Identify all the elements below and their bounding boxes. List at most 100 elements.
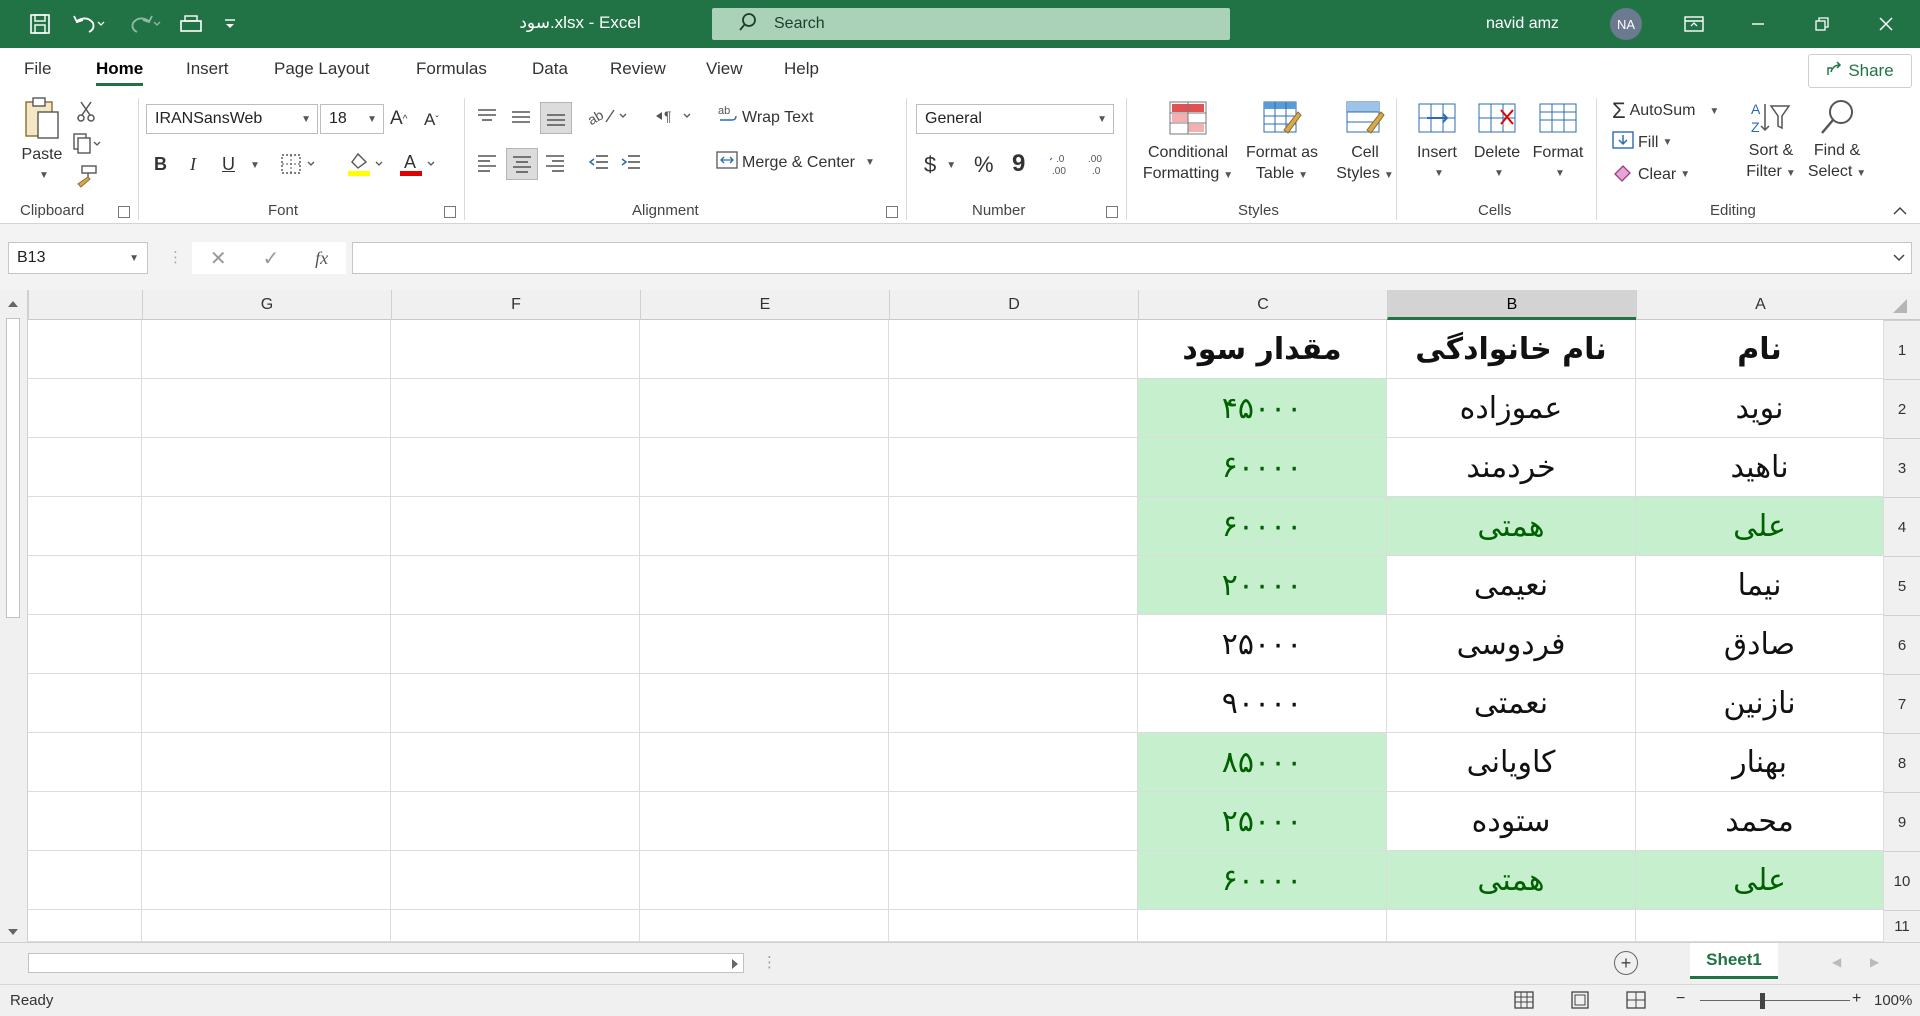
table-cell[interactable] bbox=[28, 320, 142, 379]
table-cell[interactable] bbox=[640, 910, 889, 942]
expand-formula-bar-icon[interactable] bbox=[1892, 250, 1906, 267]
undo-icon[interactable] bbox=[68, 10, 108, 38]
conditional-formatting-button[interactable]: Conditional Formatting ▼ bbox=[1136, 100, 1240, 186]
name-box[interactable]: B13 ▼ bbox=[8, 242, 148, 274]
zoom-slider-thumb[interactable] bbox=[1760, 993, 1765, 1009]
cancel-icon[interactable]: ✕ bbox=[210, 246, 227, 271]
table-cell[interactable] bbox=[28, 556, 142, 615]
row-header-3[interactable]: 3 bbox=[1884, 438, 1920, 497]
table-cell[interactable] bbox=[142, 438, 391, 497]
table-cell[interactable] bbox=[142, 733, 391, 792]
formula-input[interactable] bbox=[352, 242, 1912, 274]
italic-button[interactable]: I bbox=[190, 154, 196, 175]
table-cell[interactable]: نازنین bbox=[1636, 674, 1884, 733]
orientation-icon[interactable]: ab bbox=[586, 104, 630, 128]
table-cell[interactable] bbox=[28, 615, 142, 674]
table-cell[interactable] bbox=[640, 556, 889, 615]
row-header-7[interactable]: 7 bbox=[1884, 674, 1920, 733]
table-cell[interactable] bbox=[1387, 910, 1636, 942]
row-header-9[interactable]: 9 bbox=[1884, 792, 1920, 851]
table-cell[interactable]: ۶۰۰۰۰ bbox=[1138, 851, 1387, 910]
table-cell[interactable] bbox=[889, 792, 1138, 851]
table-cell[interactable]: ۴۵۰۰۰ bbox=[1138, 379, 1387, 438]
table-cell[interactable]: علی bbox=[1636, 497, 1884, 556]
table-cell[interactable]: ۲۵۰۰۰ bbox=[1138, 615, 1387, 674]
table-cell[interactable] bbox=[889, 320, 1138, 379]
table-cell[interactable] bbox=[391, 910, 640, 942]
table-cell[interactable] bbox=[640, 792, 889, 851]
table-cell[interactable] bbox=[391, 615, 640, 674]
find-select-button[interactable]: Find & Select ▼ bbox=[1804, 98, 1870, 184]
table-cell[interactable] bbox=[391, 497, 640, 556]
column-header-a[interactable]: A bbox=[1636, 290, 1884, 320]
row-header-4[interactable]: 4 bbox=[1884, 497, 1920, 556]
insert-cells-button[interactable]: Insert ▼ bbox=[1406, 100, 1468, 184]
column-header-h[interactable] bbox=[28, 290, 142, 320]
table-cell[interactable] bbox=[640, 379, 889, 438]
table-cell[interactable] bbox=[889, 851, 1138, 910]
vertical-scroll-thumb[interactable] bbox=[6, 318, 20, 618]
table-cell[interactable] bbox=[640, 320, 889, 379]
cut-icon[interactable] bbox=[76, 100, 96, 122]
font-name-select[interactable]: IRANSansWeb ▼ bbox=[146, 104, 318, 134]
table-cell[interactable] bbox=[889, 556, 1138, 615]
save-icon[interactable] bbox=[26, 10, 54, 38]
copy-icon[interactable] bbox=[72, 132, 102, 154]
font-size-select[interactable]: 18 ▼ bbox=[320, 104, 384, 134]
table-cell[interactable] bbox=[640, 851, 889, 910]
fill-color-icon[interactable] bbox=[346, 150, 386, 178]
close-icon[interactable] bbox=[1858, 0, 1914, 48]
zoom-level[interactable]: 100% bbox=[1874, 992, 1912, 1009]
tab-insert[interactable]: Insert bbox=[186, 48, 229, 90]
insert-function-button[interactable]: fx bbox=[315, 248, 328, 269]
decrease-font-icon[interactable]: Aˇ bbox=[424, 110, 439, 130]
bold-button[interactable]: B bbox=[154, 154, 167, 175]
customize-toolbar-icon[interactable] bbox=[220, 10, 240, 38]
table-cell[interactable] bbox=[1138, 910, 1387, 942]
table-cell[interactable]: نعیمی bbox=[1387, 556, 1636, 615]
table-cell[interactable]: نعمتی bbox=[1387, 674, 1636, 733]
redo-icon[interactable] bbox=[124, 10, 164, 38]
alignment-launcher-icon[interactable] bbox=[886, 206, 898, 218]
format-as-table-button[interactable]: Format as Table ▼ bbox=[1240, 100, 1324, 186]
number-launcher-icon[interactable] bbox=[1106, 206, 1118, 218]
table-cell[interactable]: علی bbox=[1636, 851, 1884, 910]
table-cell[interactable]: صادق bbox=[1636, 615, 1884, 674]
table-cell[interactable] bbox=[640, 438, 889, 497]
paste-button[interactable]: Paste ▼ bbox=[14, 96, 70, 186]
table-cell[interactable]: همتی bbox=[1387, 497, 1636, 556]
sheet-tab-sheet1[interactable]: Sheet1 bbox=[1690, 943, 1778, 979]
decrease-indent-icon[interactable] bbox=[588, 152, 610, 174]
table-cell[interactable]: نام خانوادگی bbox=[1387, 320, 1636, 379]
table-cell[interactable] bbox=[142, 792, 391, 851]
align-center-icon[interactable] bbox=[506, 148, 538, 180]
table-cell[interactable] bbox=[640, 615, 889, 674]
minimize-icon[interactable] bbox=[1730, 0, 1786, 48]
tab-data[interactable]: Data bbox=[532, 48, 568, 90]
column-header-b[interactable]: B bbox=[1387, 290, 1636, 320]
currency-button[interactable]: $ ▼ bbox=[924, 152, 956, 178]
avatar[interactable]: NA bbox=[1610, 8, 1642, 40]
table-cell[interactable] bbox=[391, 851, 640, 910]
table-cell[interactable] bbox=[889, 733, 1138, 792]
table-cell[interactable]: ۲۰۰۰۰ bbox=[1138, 556, 1387, 615]
borders-icon[interactable] bbox=[280, 152, 320, 176]
fill-button[interactable]: Fill ▼ bbox=[1612, 130, 1672, 155]
column-header-f[interactable]: F bbox=[391, 290, 640, 320]
table-cell[interactable] bbox=[640, 733, 889, 792]
table-cell[interactable] bbox=[142, 379, 391, 438]
column-header-e[interactable]: E bbox=[640, 290, 889, 320]
table-cell[interactable]: ۶۰۰۰۰ bbox=[1138, 497, 1387, 556]
add-sheet-button[interactable]: + bbox=[1614, 951, 1638, 975]
percent-button[interactable]: % bbox=[974, 152, 994, 178]
table-cell[interactable] bbox=[28, 792, 142, 851]
row-header-10[interactable]: 10 bbox=[1884, 851, 1920, 910]
collapse-ribbon-icon[interactable] bbox=[1892, 204, 1908, 216]
table-cell[interactable]: همتی bbox=[1387, 851, 1636, 910]
table-cell[interactable]: ۹۰۰۰۰ bbox=[1138, 674, 1387, 733]
align-bottom-icon[interactable] bbox=[540, 102, 572, 134]
table-cell[interactable] bbox=[142, 497, 391, 556]
ribbon-display-icon[interactable] bbox=[1666, 0, 1722, 48]
table-cell[interactable] bbox=[28, 497, 142, 556]
table-cell[interactable]: ۸۵۰۰۰ bbox=[1138, 733, 1387, 792]
